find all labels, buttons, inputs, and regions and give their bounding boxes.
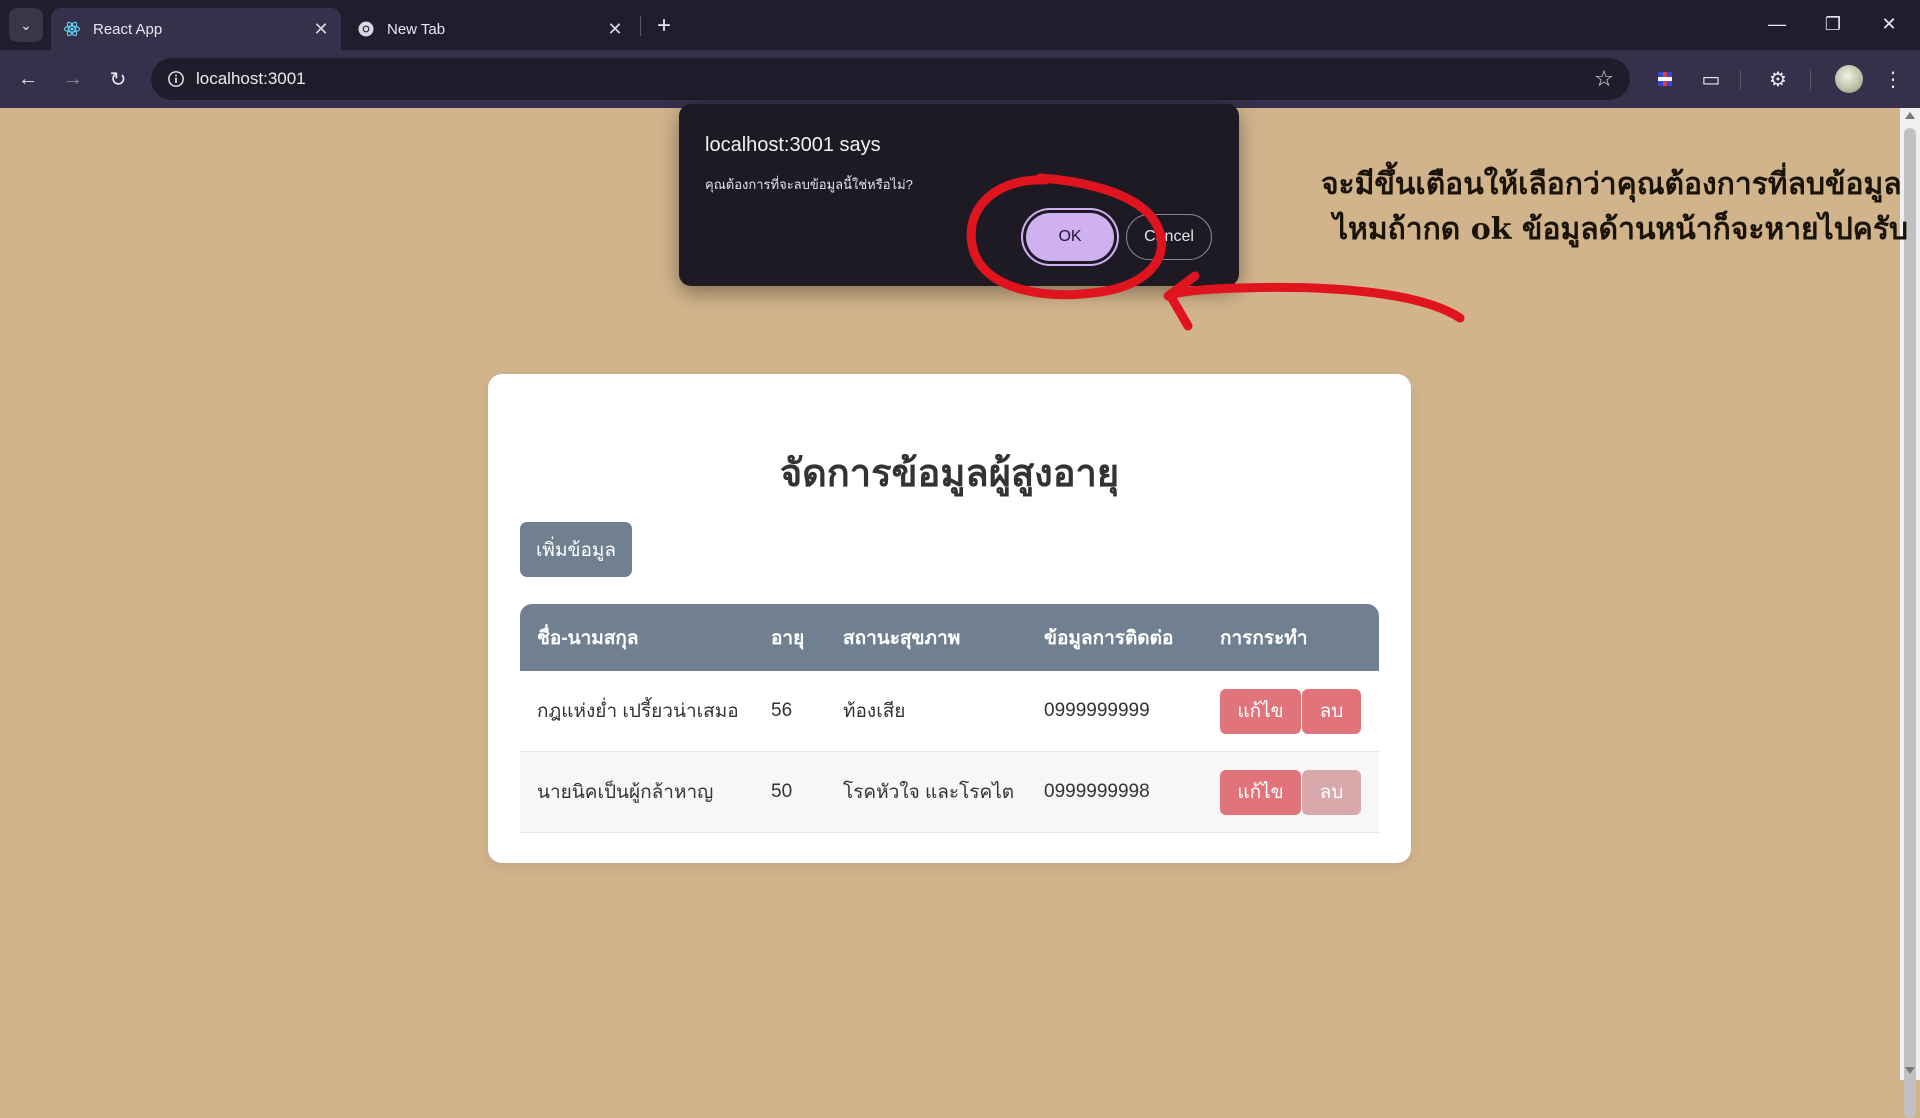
annotation-line: ไหมถ้ากด ok ข้อมูลด้านหน้าก็จะหายไปครับ [1332, 212, 1908, 247]
column-header-actions: การกระทำ [1220, 627, 1308, 649]
address-bar[interactable]: localhost:3001 ☆ [151, 58, 1630, 100]
bookmark-star-icon[interactable]: ☆ [1590, 65, 1618, 93]
restore-icon: ❐ [1824, 13, 1842, 34]
cell-name: นายนิคเป็นผู้กล้าหาญ [520, 751, 754, 833]
cell-age: 50 [754, 751, 826, 833]
url-text: localhost:3001 [196, 69, 306, 88]
table-row: กฎแห่งย่ำ เปรี้ยวน่าเสมอ 56 ท้องเสีย 099… [520, 671, 1379, 752]
tab-title: New Tab [387, 20, 446, 38]
column-header-age: อายุ [771, 627, 805, 649]
annotation-line: จะมีขึ้นเตือนให้เลือกว่าคุณต้องการที่ลบข… [1320, 167, 1902, 202]
tab-divider [640, 16, 641, 36]
incognito-icon[interactable]: ⚙ [1763, 64, 1793, 94]
plus-icon: + [656, 12, 671, 39]
react-logo-icon [63, 20, 81, 38]
page-scrollbar[interactable] [1900, 108, 1920, 1118]
column-header-name: ชื่อ-นามสกุล [537, 627, 639, 649]
scroll-down-icon[interactable] [1905, 1067, 1915, 1074]
close-icon: ✕ [1881, 13, 1897, 34]
table-header-row: ชื่อ-นามสกุล อายุ สถานะสุขภาพ ข้อมูลการต… [520, 604, 1379, 671]
cell-age: 56 [754, 671, 826, 752]
cancel-button[interactable]: Cancel [1126, 214, 1212, 260]
reload-icon: ↻ [109, 68, 127, 91]
tab-strip: ⌄ React App ✕ New Tab ✕ + — ❐ ✕ [0, 0, 1920, 50]
close-icon[interactable]: ✕ [307, 15, 335, 43]
back-button[interactable]: ← [12, 63, 44, 95]
delete-button[interactable]: ลบ [1302, 688, 1361, 734]
table-row: นายนิคเป็นผู้กล้าหาญ 50 โรคหัวใจ และโรคไ… [520, 751, 1379, 833]
minimize-button[interactable]: — [1754, 6, 1800, 42]
tab-react-app[interactable]: React App ✕ [51, 8, 341, 50]
ok-button[interactable]: OK [1026, 213, 1114, 261]
scroll-thumb[interactable] [1904, 128, 1916, 1118]
edit-button[interactable]: แก้ไข [1220, 769, 1301, 815]
cell-actions: แก้ไข ลบ [1203, 751, 1379, 833]
cell-contact: 0999999999 [1027, 671, 1203, 752]
annotation-text: จะมีขึ้นเตือนให้เลือกว่าคุณต้องการที่ลบข… [1321, 162, 1908, 252]
close-icon[interactable]: ✕ [601, 15, 629, 43]
close-window-button[interactable]: ✕ [1866, 6, 1912, 42]
extension-flag-icon[interactable] [1650, 64, 1680, 94]
delete-button[interactable]: ลบ [1302, 769, 1361, 815]
arrow-right-icon: → [63, 67, 83, 90]
elderly-table: ชื่อ-นามสกุล อายุ สถานะสุขภาพ ข้อมูลการต… [520, 604, 1379, 833]
cell-health: ท้องเสีย [826, 671, 1027, 752]
confirm-dialog: localhost:3001 says คุณต้องการที่จะลบข้อ… [679, 104, 1239, 286]
extensions-puzzle-icon[interactable]: ▭ [1696, 64, 1726, 94]
column-header-contact: ข้อมูลการติดต่อ [1044, 627, 1174, 649]
elderly-management-card: จัดการข้อมูลผู้สูงอายุ เพิ่มข้อมูล ชื่อ-… [488, 374, 1411, 863]
tab-title: React App [93, 20, 163, 38]
arrow-left-icon: ← [18, 67, 38, 90]
page-title: จัดการข้อมูลผู้สูงอายุ [779, 453, 1120, 495]
new-tab-button[interactable]: + [650, 12, 678, 40]
cell-health: โรคหัวใจ และโรคไต [826, 751, 1027, 833]
toolbar-divider [1810, 70, 1811, 90]
chrome-logo-icon [357, 20, 375, 38]
column-header-health: สถานะสุขภาพ [843, 627, 961, 649]
chevron-down-icon: ⌄ [20, 16, 32, 33]
restore-button[interactable]: ❐ [1810, 6, 1856, 42]
reload-button[interactable]: ↻ [102, 63, 134, 95]
cell-contact: 0999999998 [1027, 751, 1203, 833]
add-data-button[interactable]: เพิ่มข้อมูล [520, 522, 632, 577]
dialog-title: localhost:3001 says [705, 134, 881, 156]
cell-name: กฎแห่งย่ำ เปรี้ยวน่าเสมอ [520, 671, 754, 752]
profile-avatar[interactable] [1835, 65, 1863, 93]
scroll-up-icon[interactable] [1905, 112, 1915, 119]
cell-actions: แก้ไข ลบ [1203, 671, 1379, 752]
toolbar-divider [1740, 70, 1741, 90]
site-info-icon[interactable] [161, 64, 191, 94]
minimize-icon: — [1768, 13, 1786, 34]
dialog-message: คุณต้องการที่จะลบข้อมูลนี้ใช่หรือไม่? [705, 177, 913, 192]
edit-button[interactable]: แก้ไข [1220, 688, 1301, 734]
tab-search-button[interactable]: ⌄ [9, 8, 43, 42]
forward-button[interactable]: → [57, 63, 89, 95]
tab-new-tab[interactable]: New Tab ✕ [345, 8, 635, 50]
browser-toolbar: ← → ↻ localhost:3001 ☆ ▭ ⚙ ⋮ [0, 50, 1920, 108]
menu-kebab-icon[interactable]: ⋮ [1878, 64, 1908, 94]
